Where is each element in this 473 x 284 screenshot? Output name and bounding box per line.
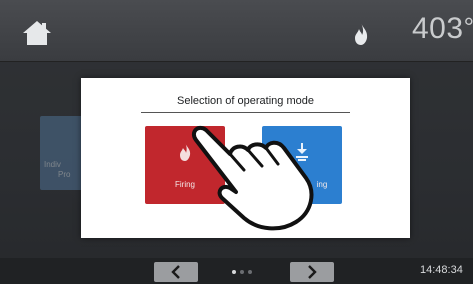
operating-mode-dialog: Selection of operating mode Firing ing (81, 78, 410, 238)
page-indicator (232, 270, 252, 274)
title-divider (141, 112, 350, 113)
firing-mode-button[interactable]: Firing (145, 126, 225, 204)
page-dot (232, 270, 236, 274)
previous-page-button[interactable] (154, 262, 198, 282)
clock: 14:48:34 (420, 264, 463, 276)
next-page-button[interactable] (290, 262, 334, 282)
firing-mode-label: Firing (174, 180, 195, 189)
temperature-readout: 403° (412, 12, 473, 45)
press-mode-button[interactable]: ing (262, 126, 342, 204)
page-dot (240, 270, 244, 274)
flame-icon (180, 143, 191, 161)
dialog-title: Selection of operating mode (177, 95, 314, 107)
page-dot (248, 270, 252, 274)
home-icon (23, 21, 51, 45)
flame-icon (355, 23, 368, 45)
chevron-left-icon (171, 265, 180, 279)
home-button[interactable] (22, 20, 52, 46)
top-bar: 403° (0, 0, 473, 62)
press-icon (296, 143, 308, 161)
chevron-right-icon (308, 265, 317, 279)
press-mode-label: ing (316, 180, 328, 189)
furnace-screen: 403° Indiv Pro 14:48:34 Selection of ope… (0, 0, 473, 284)
